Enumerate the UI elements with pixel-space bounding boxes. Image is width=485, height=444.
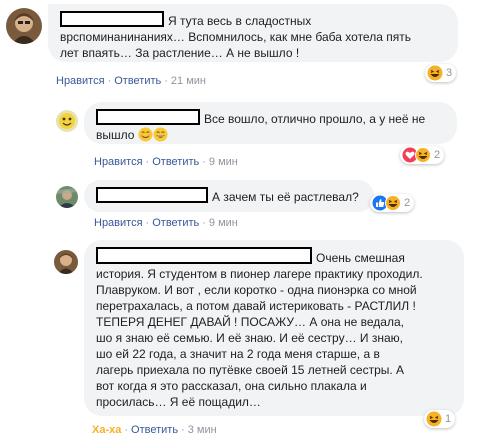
comment-text: лет впаять… За растление… А не вышло ! [60,46,300,60]
haha-icon [426,411,442,427]
comment-actions: Нравится · Ответить · 9 мин [94,217,238,229]
comment-text: история. Я студентом в пионер лагере пра… [96,267,423,281]
redacted-author-name [96,247,312,264]
comment-text: лагерь приехала по путёвке своей 15 летн… [96,363,405,377]
avatar-photo [6,8,42,44]
avatar[interactable] [56,110,78,132]
haha-reaction-link[interactable]: Ха-ха [92,424,121,436]
reaction-summary[interactable]: 2 [370,194,415,212]
comment-text: А зачем ты её растлевал? [212,190,359,204]
reply-link[interactable]: Ответить [152,217,199,229]
comment-bubble: А зачем ты её растлевал? [84,180,374,212]
comment-text: Плавруком. И вот , если коротко - одна п… [96,283,417,297]
avatar[interactable] [54,250,78,274]
avatar[interactable] [56,186,78,208]
redacted-author-name [60,11,164,27]
comment-bubble: Очень смешная история. Я студентом в пио… [84,240,464,416]
reaction-count: 1 [445,413,452,425]
haha-icon [385,195,401,211]
smile-emoji-icon [138,127,153,142]
avatar[interactable] [6,8,42,44]
comment-text: Все вошло, отлично прошло, а у неё не [204,112,426,126]
avatar-photo [56,110,78,132]
comment-text: вот когда я это рассказал, она сильно пл… [96,379,367,393]
reaction-count: 2 [404,197,411,209]
reply-link[interactable]: Ответить [131,424,178,436]
reaction-summary[interactable]: 3 [425,64,457,82]
comment-bubble: Все вошло, отлично прошло, а у неё не вы… [84,102,457,144]
comment-text: ТЕПЕРЯ ДЕНЕГ ДАВАЙ ! ПОСАЖУ… А она не ве… [96,315,404,329]
timestamp[interactable]: 3 мин [188,424,217,436]
like-link[interactable]: Нравится [56,75,105,87]
comment-text: врспоминанинаниях… Вспомнилось, как мне … [60,30,411,44]
reaction-count: 2 [434,149,441,161]
avatar-photo [54,250,78,274]
reply-link[interactable]: Ответить [152,156,199,168]
comment-text: перетрахалась, а потом давай истериковат… [96,299,416,313]
grin-emoji-icon [153,127,168,142]
avatar-photo [56,186,78,208]
reply-link[interactable]: Ответить [114,75,161,87]
comment-text: вышло [96,128,135,142]
comment-text: просилась… Я её пощадил… [96,395,261,409]
timestamp[interactable]: 9 мин [209,156,238,168]
reaction-summary[interactable]: 1 [424,410,456,428]
timestamp[interactable]: 21 мин [171,75,206,87]
like-link[interactable]: Нравится [94,217,143,229]
comment-bubble: Я тута весь в сладостных врспоминанинани… [48,4,458,62]
comment-actions: Ха-ха · Ответить · 3 мин [92,424,217,436]
comment-actions: Нравится · Ответить · 21 мин [56,75,206,87]
haha-icon [427,65,443,81]
timestamp[interactable]: 9 мин [209,217,238,229]
redacted-author-name [96,187,208,203]
comment-text: шо ей 22 года, а значит на 2 года меня с… [96,347,380,361]
reaction-summary[interactable]: 2 [400,146,445,164]
like-link[interactable]: Нравится [94,156,143,168]
redacted-author-name [96,109,200,125]
comment-text: Очень смешная [316,251,405,265]
comment-text: шо я знаю её семью. И её знаю. И её сест… [96,331,404,345]
haha-icon [415,147,431,163]
comment-actions: Нравится · Ответить · 9 мин [94,156,238,168]
reaction-count: 3 [446,67,453,79]
comment-text: Я тута весь в сладостных [168,14,312,28]
